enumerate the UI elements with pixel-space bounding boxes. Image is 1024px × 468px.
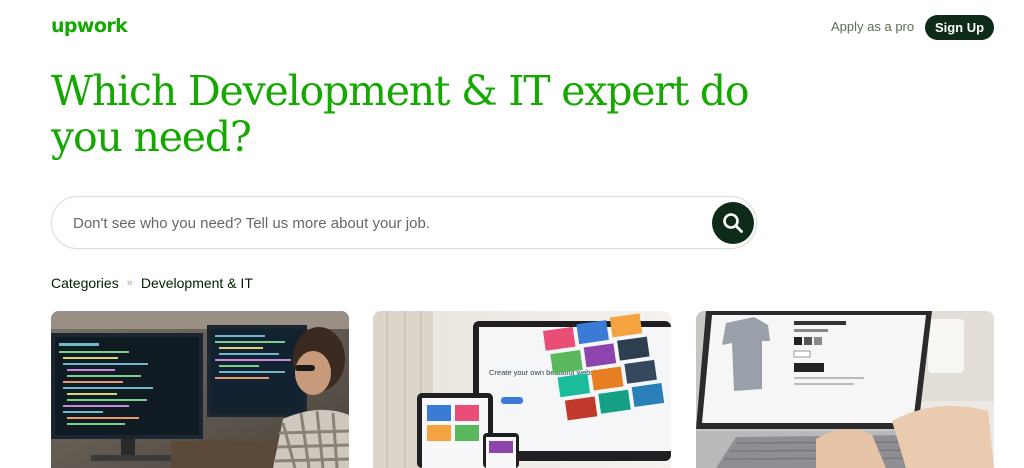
breadcrumb-categories-link[interactable]: Categories <box>51 274 119 292</box>
job-search-input[interactable] <box>73 211 693 235</box>
category-card-web-design[interactable]: Create your own beautiful website <box>373 311 671 468</box>
category-card-ecommerce[interactable] <box>696 311 994 468</box>
apply-as-pro-link[interactable]: Apply as a pro <box>831 18 914 36</box>
website-devices-photo: Create your own beautiful website <box>373 311 671 468</box>
breadcrumb-current: Development & IT <box>140 275 253 291</box>
developer-photo <box>51 311 349 468</box>
category-card-developer[interactable] <box>51 311 349 468</box>
breadcrumb-separator: » <box>126 277 133 289</box>
upwork-logo[interactable]: upwork <box>51 14 128 38</box>
breadcrumb: Categories » Development & IT <box>51 274 253 292</box>
sign-up-button[interactable]: Sign Up <box>925 15 994 40</box>
top-navigation: upwork Apply as a pro Sign Up <box>0 0 1024 56</box>
ecommerce-laptop-photo <box>696 311 994 468</box>
job-search-bar <box>51 196 757 249</box>
search-icon <box>723 213 743 233</box>
search-button[interactable] <box>712 202 754 244</box>
page-headline: Which Development & IT expert do you nee… <box>51 67 750 161</box>
